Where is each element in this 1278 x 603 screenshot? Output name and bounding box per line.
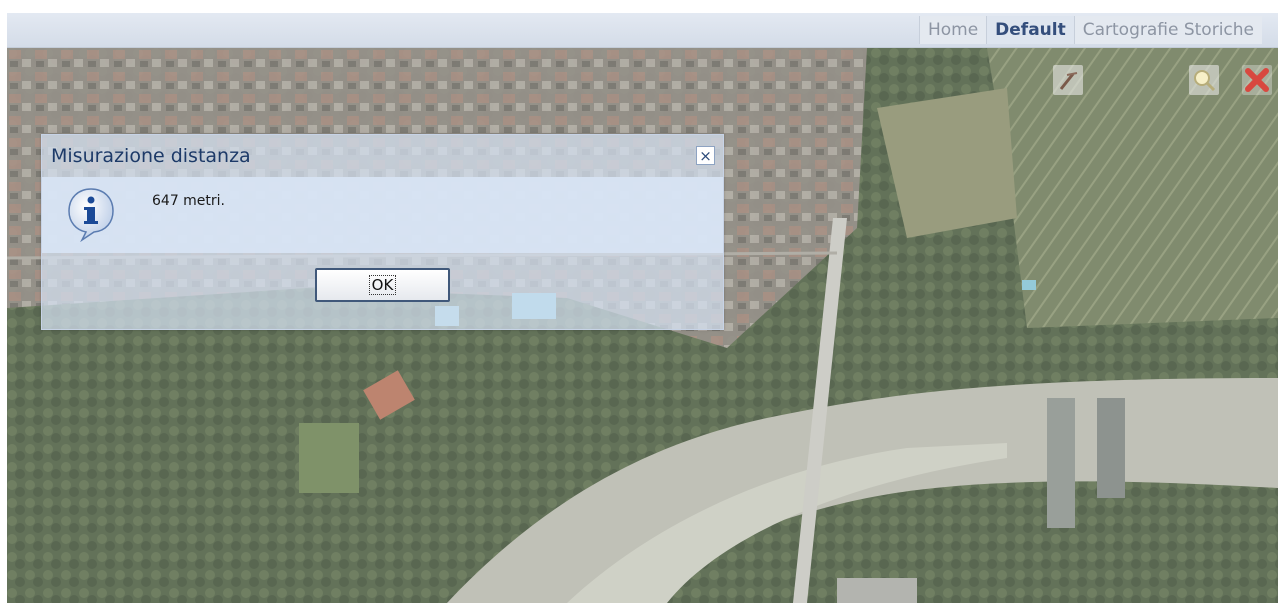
measure-distance-dialog: Misurazione distanza × 647 metri. OK: [41, 134, 724, 330]
top-navbar: Home Default Cartografie Storiche: [7, 13, 1278, 48]
ok-button-label: OK: [368, 275, 397, 295]
info-icon: [68, 188, 114, 242]
aerial-map[interactable]: Misurazione distanza × 647 metri. OK: [7, 48, 1278, 603]
ok-button[interactable]: OK: [315, 268, 450, 302]
zoom-tool-button[interactable]: [1189, 65, 1219, 95]
close-map-tool-button[interactable]: [1242, 65, 1272, 95]
tab-home[interactable]: Home: [918, 16, 987, 44]
nav-tabs: Home Default Cartografie Storiche: [918, 16, 1262, 44]
dialog-message: 647 metri.: [152, 193, 226, 209]
app-frame: Home Default Cartografie Storiche Misura…: [7, 13, 1278, 603]
dialog-close-button[interactable]: ×: [696, 146, 715, 165]
tab-default[interactable]: Default: [986, 16, 1074, 44]
ruler-icon: [1059, 72, 1078, 90]
ruler-tool-button[interactable]: [1053, 65, 1083, 95]
close-red-x-icon: [1245, 68, 1269, 92]
zoom-magnifier-icon: [1194, 70, 1216, 92]
dialog-body: 647 metri.: [42, 177, 723, 253]
dialog-title: Misurazione distanza: [51, 145, 251, 167]
tab-cartografie-storiche[interactable]: Cartografie Storiche: [1073, 16, 1262, 44]
